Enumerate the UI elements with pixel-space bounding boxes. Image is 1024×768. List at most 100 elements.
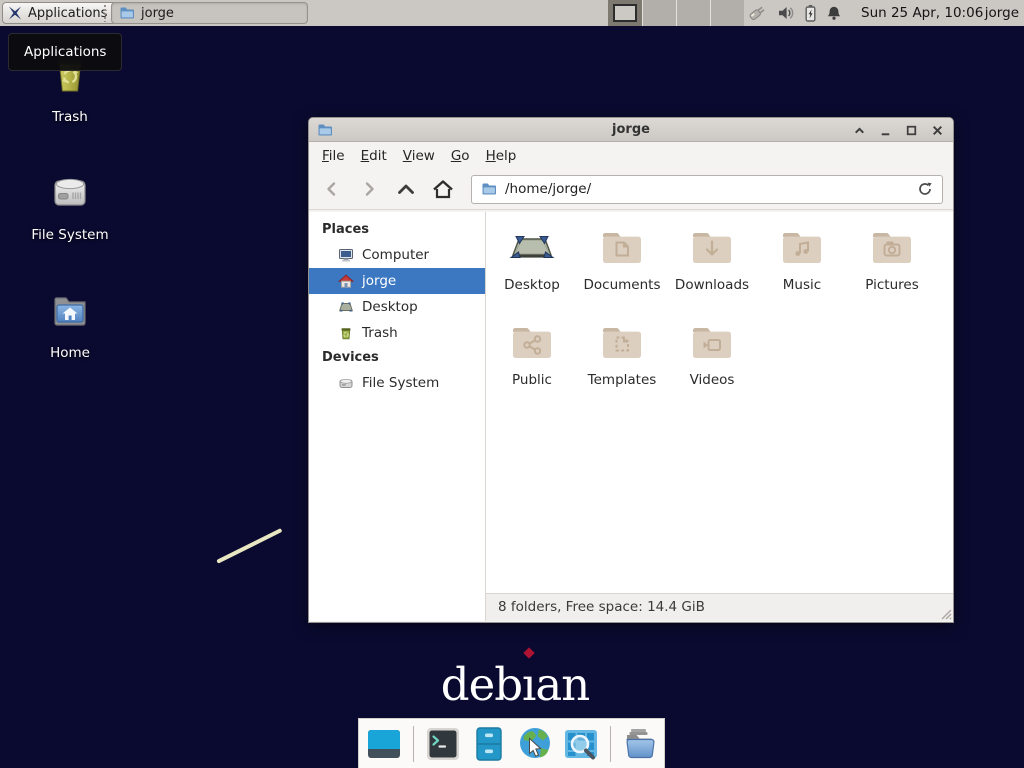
taskbar-window-label: jorge [141, 6, 174, 21]
shade-button[interactable] [853, 124, 866, 137]
workspace-1[interactable] [608, 0, 642, 26]
terminal-icon[interactable] [424, 725, 462, 763]
notifications-bell-icon[interactable] [826, 5, 842, 22]
templates-folder-icon [598, 319, 646, 367]
brand-i: ı [522, 658, 535, 711]
forward-button[interactable] [356, 176, 382, 202]
close-button[interactable] [931, 124, 944, 137]
panel-clock[interactable]: Sun 25 Apr, 10:06 [861, 0, 983, 26]
folder-item-label: Videos [690, 372, 735, 388]
statusbar-text: 8 folders, Free space: 14.4 GiB [498, 599, 705, 615]
brand-text: deb [441, 658, 522, 711]
folder-item-label: Templates [588, 372, 657, 388]
window-content: Places Computer [309, 212, 953, 621]
folder-item-templates[interactable]: Templates [577, 319, 667, 414]
reload-icon[interactable] [917, 181, 933, 197]
folder-item-label: Downloads [675, 277, 749, 293]
menu-file[interactable]: File [314, 144, 353, 168]
application-finder-icon[interactable] [562, 725, 600, 763]
sidebar-item-trash[interactable]: Trash [309, 320, 485, 346]
maximize-button[interactable] [905, 124, 918, 137]
folder-grid: Desktop Documents [486, 212, 953, 414]
folder-icon [119, 5, 135, 21]
show-desktop-icon[interactable] [365, 725, 403, 763]
sidebar-item-label: Trash [362, 325, 398, 341]
folder-item-public[interactable]: Public [487, 319, 577, 414]
path-text[interactable]: /home/jorge/ [505, 181, 909, 197]
desktop-icon-label: File System [15, 227, 125, 243]
applications-tooltip: Applications [8, 33, 122, 71]
statusbar: 8 folders, Free space: 14.4 GiB [486, 593, 953, 621]
up-button[interactable] [393, 176, 419, 202]
dock-separator [610, 726, 611, 762]
web-browser-globe-icon[interactable] [516, 725, 554, 763]
file-manager-window: jorge File Edit View Go Help [308, 117, 954, 623]
sidebar-item-computer[interactable]: Computer [309, 242, 485, 268]
workspace-window-miniature [613, 4, 637, 22]
dock-separator [413, 726, 414, 762]
desktop-icon-file-system[interactable]: File System [15, 168, 125, 243]
public-folder-icon [508, 319, 556, 367]
taskbar-window-button[interactable]: jorge [111, 2, 308, 24]
workspace-4[interactable] [710, 0, 744, 26]
brand-text: an [535, 658, 589, 711]
folder-item-desktop[interactable]: Desktop [487, 224, 577, 319]
window-controls [853, 118, 944, 142]
location-bar[interactable]: /home/jorge/ [471, 175, 943, 204]
desktop-icon-label: Home [15, 345, 125, 361]
home-folder-icon [46, 286, 94, 334]
folder-view[interactable]: Desktop Documents [486, 212, 953, 621]
menu-help[interactable]: Help [478, 144, 525, 168]
sidebar-item-desktop[interactable]: Desktop [309, 294, 485, 320]
dock-panel [358, 718, 665, 768]
sidebar-item-label: jorge [362, 273, 396, 289]
power-plug-icon[interactable] [746, 3, 768, 23]
sidebar: Places Computer [309, 212, 486, 621]
hard-drive-icon [46, 168, 94, 216]
panel-username[interactable]: jorge [985, 0, 1019, 26]
sidebar-item-label: File System [362, 375, 439, 391]
folder-item-downloads[interactable]: Downloads [667, 224, 757, 319]
resize-grip[interactable] [939, 607, 952, 620]
home-icon [338, 273, 354, 289]
folder-item-label: Documents [584, 277, 661, 293]
sidebar-item-jorge[interactable]: jorge [309, 268, 485, 294]
desktop-mini-icon [338, 299, 354, 315]
minimize-button[interactable] [879, 124, 892, 137]
sidebar-item-label: Desktop [362, 299, 418, 315]
debian-diamond-icon [523, 647, 534, 658]
folder-item-videos[interactable]: Videos [667, 319, 757, 414]
downloads-folder-icon [688, 224, 736, 272]
workspace-2[interactable] [642, 0, 676, 26]
window-folder-icon [317, 122, 333, 138]
file-cabinet-icon[interactable] [470, 725, 508, 763]
computer-icon [338, 247, 354, 263]
battery-charging-icon[interactable] [804, 4, 817, 23]
workspace-3[interactable] [676, 0, 710, 26]
window-titlebar[interactable]: jorge [309, 118, 953, 142]
desktop-icon-home[interactable]: Home [15, 286, 125, 361]
sidebar-header-devices: Devices [309, 346, 485, 370]
top-panel: Applications jorge [0, 0, 1024, 26]
menu-edit[interactable]: Edit [353, 144, 395, 168]
folder-item-label: Public [512, 372, 552, 388]
panel-handle[interactable] [103, 4, 108, 22]
folder-item-documents[interactable]: Documents [577, 224, 667, 319]
home-button[interactable] [430, 176, 456, 202]
volume-icon[interactable] [777, 4, 795, 22]
file-manager-folder-icon[interactable] [620, 725, 658, 763]
videos-folder-icon [688, 319, 736, 367]
drive-mini-icon [338, 375, 354, 391]
applications-menu-button[interactable]: Applications [2, 2, 117, 24]
menu-go[interactable]: Go [443, 144, 478, 168]
back-button[interactable] [319, 176, 345, 202]
menu-view[interactable]: View [395, 144, 443, 168]
pictures-folder-icon [868, 224, 916, 272]
sidebar-item-file-system[interactable]: File System [309, 370, 485, 396]
documents-folder-icon [598, 224, 646, 272]
folder-item-music[interactable]: Music [757, 224, 847, 319]
folder-item-pictures[interactable]: Pictures [847, 224, 937, 319]
path-folder-icon [481, 181, 497, 197]
xfce-applications-icon [7, 5, 23, 21]
applications-menu-label: Applications [28, 6, 107, 21]
